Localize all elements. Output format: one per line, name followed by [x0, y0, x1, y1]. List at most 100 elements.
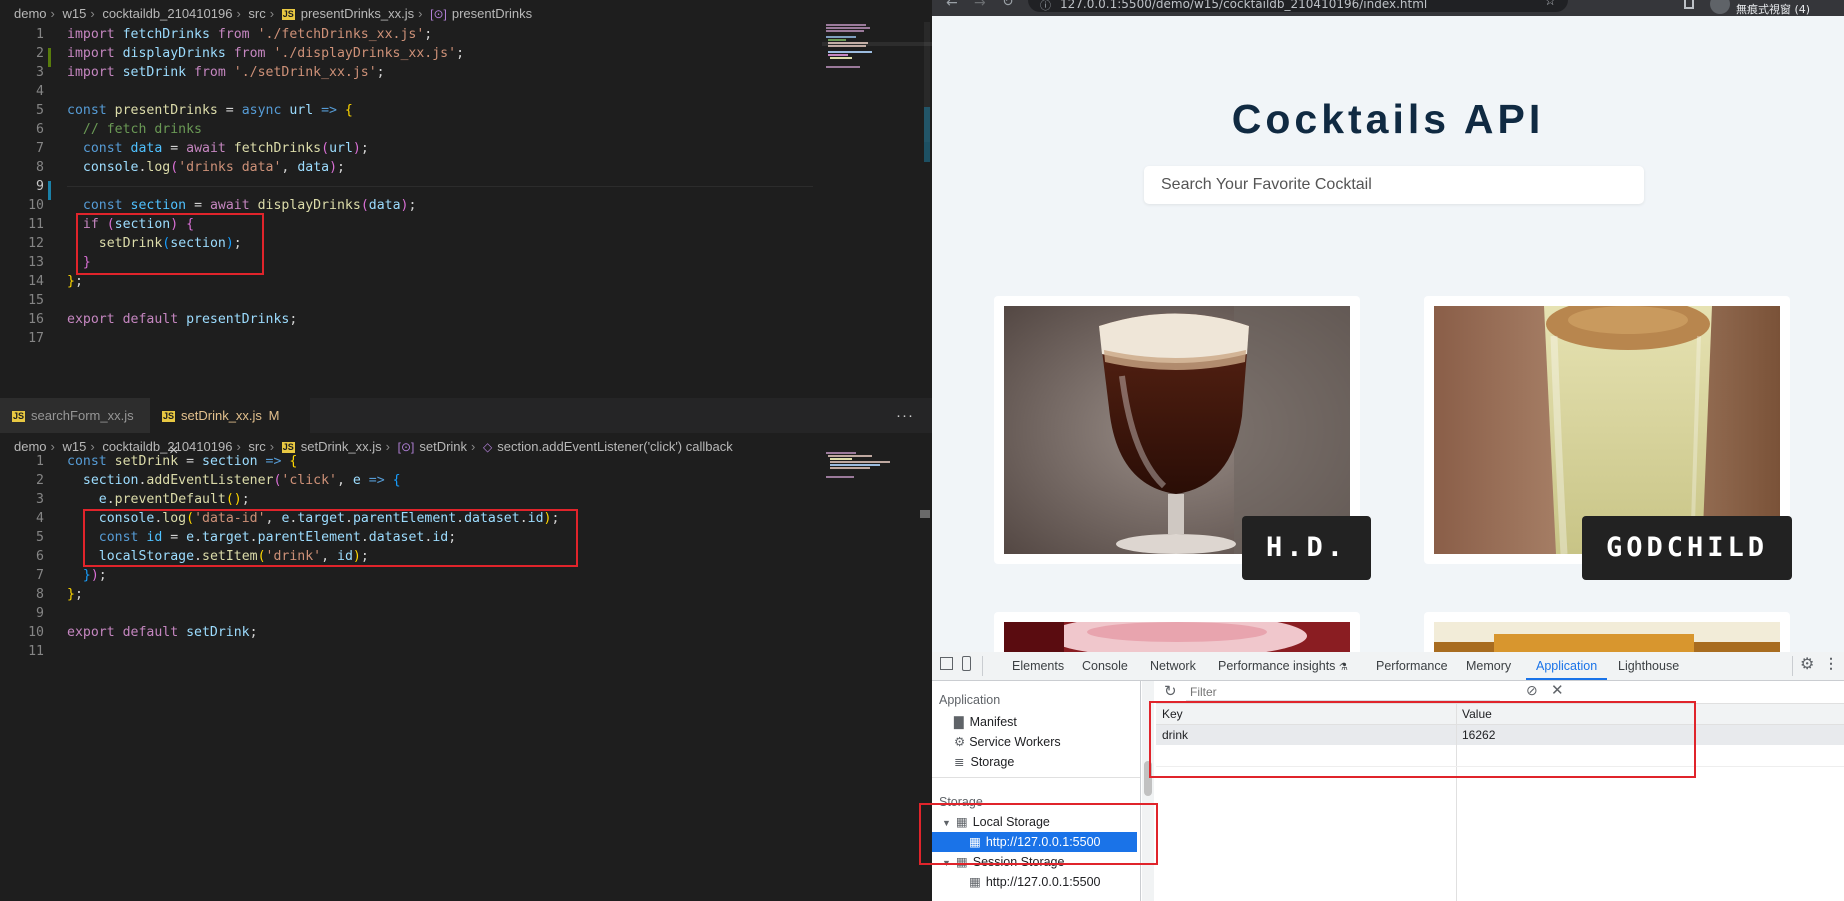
- code-line[interactable]: 7 });: [0, 566, 816, 585]
- drink-card[interactable]: GODCHILD: [1424, 296, 1793, 580]
- drink-name[interactable]: H.D.: [1242, 516, 1372, 580]
- modified-badge: M: [268, 408, 280, 423]
- code-line[interactable]: 2 section.addEventListener('click', e =>…: [0, 471, 816, 490]
- tab-search-icon[interactable]: [1684, 0, 1694, 9]
- code-line[interactable]: 5 const presentDrinks = async url => {: [0, 101, 816, 120]
- table-grid-icon: ▦: [969, 875, 981, 889]
- code-token: const: [67, 103, 115, 118]
- inspect-element-icon[interactable]: [940, 657, 953, 670]
- sidebar-item-session-origin[interactable]: ▦ http://127.0.0.1:5500: [969, 872, 1101, 892]
- code-token: url: [289, 103, 322, 118]
- code-token: // fetch drinks: [82, 122, 202, 137]
- forward-icon[interactable]: →: [974, 0, 986, 11]
- code-line[interactable]: 4: [0, 82, 816, 101]
- sidebar-label: Service Workers: [969, 735, 1061, 749]
- code-token: from: [233, 46, 274, 61]
- code-editor: demo › w15 › cocktaildb_210410196 › src › JS…: [0, 0, 932, 901]
- profile-label[interactable]: 無痕式視窗 (4): [1736, 1, 1810, 17]
- code-line[interactable]: 15: [0, 291, 816, 310]
- drink-name[interactable]: GODCHILD: [1582, 516, 1793, 580]
- address-bar[interactable]: ⓘ 127.0.0.1:5500/demo/w15/cocktaildb_210…: [1028, 0, 1568, 12]
- code-token: ;: [74, 274, 83, 289]
- gutter-modified-marker: [48, 181, 51, 200]
- code-token: const: [82, 141, 131, 156]
- code-line[interactable]: 8};: [0, 585, 816, 604]
- code-line[interactable]: 8 console.log('drinks data', data);: [0, 158, 816, 177]
- code-line[interactable]: 2 import displayDrinks from './displayDri…: [0, 44, 816, 63]
- code-line[interactable]: 7 const data = await fetchDrinks(url);: [0, 139, 816, 158]
- sidebar-item-service-workers[interactable]: ⚙ Service Workers: [954, 732, 1061, 752]
- delete-selected-icon[interactable]: ✕: [1551, 681, 1564, 699]
- tab-network[interactable]: Network: [1150, 652, 1196, 680]
- drink-image[interactable]: [1004, 622, 1350, 652]
- tab-application[interactable]: Application: [1526, 652, 1608, 680]
- drink-card[interactable]: H.D.: [994, 296, 1372, 580]
- breadcrumb-item[interactable]: w15: [63, 6, 87, 21]
- code-line[interactable]: 17: [0, 329, 816, 348]
- line-number: 2: [36, 473, 44, 488]
- line-number: 9: [36, 606, 44, 621]
- line-number: 1: [36, 27, 44, 42]
- code-line[interactable]: 3 e.preventDefault();: [0, 490, 816, 509]
- tab-console[interactable]: Console: [1082, 652, 1128, 680]
- drink-card[interactable]: [1424, 612, 1790, 652]
- reload-icon[interactable]: ↻: [1002, 0, 1014, 10]
- code-token: setDrink: [186, 625, 250, 640]
- code-token: data: [297, 160, 330, 175]
- tab-performance[interactable]: Performance: [1376, 652, 1448, 680]
- clear-all-icon[interactable]: ⊘: [1526, 682, 1538, 699]
- code-line[interactable]: 16 export default presentDrinks;: [0, 310, 816, 329]
- refresh-icon[interactable]: ↻: [1164, 682, 1177, 700]
- browser-viewport: ← → ↻ ⓘ 127.0.0.1:5500/demo/w15/cocktail…: [932, 0, 1844, 652]
- code-line[interactable]: 10 export default setDrink;: [0, 623, 816, 642]
- sidebar-item-manifest[interactable]: ▇ Manifest: [954, 712, 1017, 732]
- tab-performance-insights[interactable]: Performance insights ⚗: [1218, 652, 1348, 680]
- search-input[interactable]: [1144, 166, 1644, 204]
- device-toolbar-icon[interactable]: [962, 656, 971, 671]
- tab-lighthouse[interactable]: Lighthouse: [1618, 652, 1679, 680]
- tab-memory[interactable]: Memory: [1466, 652, 1511, 680]
- more-actions-icon[interactable]: ···: [884, 398, 926, 433]
- breadcrumb-item[interactable]: src: [248, 6, 265, 21]
- tab-searchform[interactable]: JS searchForm_xx.js: [0, 398, 150, 433]
- breadcrumb-item[interactable]: demo: [14, 6, 47, 21]
- minimap-bottom[interactable]: [822, 450, 932, 510]
- sidebar-item-storage[interactable]: ≣ Storage: [954, 752, 1014, 772]
- tab-setdrink[interactable]: JS setDrink_xx.js M ×: [150, 398, 310, 459]
- code-token: fetchDrinks: [233, 141, 322, 156]
- code-token: setDrink: [122, 65, 195, 80]
- drink-card[interactable]: [994, 612, 1360, 652]
- more-options-icon[interactable]: ⋮: [1824, 655, 1838, 672]
- code-token: addEventListener: [146, 473, 274, 488]
- settings-gear-icon[interactable]: ⚙: [1800, 654, 1814, 674]
- drink-image[interactable]: [1434, 622, 1780, 652]
- back-icon[interactable]: ←: [946, 0, 958, 11]
- breadcrumb-item[interactable]: cocktaildb_210410196: [102, 6, 232, 21]
- line-number: 15: [28, 293, 44, 308]
- code-line[interactable]: 9: [0, 604, 816, 623]
- sidebar-label: Manifest: [969, 715, 1017, 729]
- code-token: }: [67, 274, 75, 289]
- toolbar-divider: [982, 656, 983, 676]
- bookmark-star-icon[interactable]: ☆: [1544, 0, 1556, 9]
- code-line[interactable]: 1 const setDrink = section => {: [0, 452, 816, 471]
- code-token: (: [321, 141, 330, 156]
- filter-input[interactable]: [1186, 683, 1500, 701]
- code-token: ;: [98, 568, 107, 583]
- code-line[interactable]: 1 import fetchDrinks from './fetchDrinks_…: [0, 25, 816, 44]
- tab-elements[interactable]: Elements: [1012, 652, 1064, 680]
- breadcrumb-item[interactable]: presentDrinks_xx.js: [301, 6, 414, 21]
- code-line[interactable]: 6 // fetch drinks: [0, 120, 816, 139]
- code-line[interactable]: 11: [0, 642, 816, 661]
- info-icon[interactable]: ⓘ: [1040, 0, 1051, 13]
- code-token: fetchDrinks: [122, 27, 218, 42]
- line-number: 6: [36, 549, 44, 564]
- code-token: url: [329, 141, 353, 156]
- minimap-top[interactable]: [822, 22, 932, 162]
- code-line[interactable]: 3 import setDrink from './setDrink_xx.js'…: [0, 63, 816, 82]
- line-number: 11: [28, 644, 44, 659]
- breadcrumb-item[interactable]: presentDrinks: [452, 6, 532, 21]
- code-token: ,: [281, 160, 298, 175]
